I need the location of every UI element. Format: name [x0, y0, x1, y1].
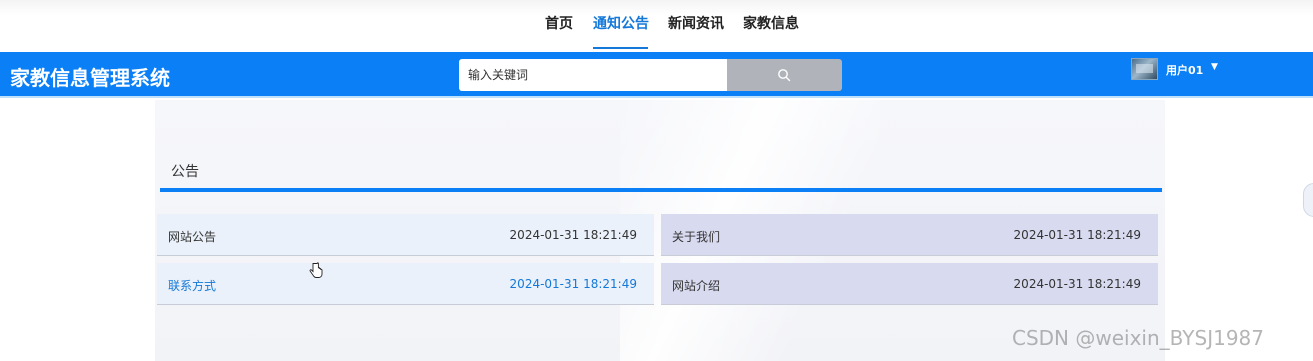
section-divider — [160, 188, 1162, 192]
notice-item-about-us[interactable]: 关于我们 2024-01-31 18:21:49 — [661, 214, 1158, 256]
search-button[interactable] — [727, 59, 842, 91]
caret-down-icon: ▼ — [1211, 62, 1218, 72]
search-input[interactable] — [459, 59, 727, 91]
notice-title: 联系方式 — [168, 279, 217, 293]
notice-title: 关于我们 — [672, 230, 721, 244]
notice-title: 网站介绍 — [672, 279, 721, 293]
user-name: 用户01 — [1166, 64, 1204, 77]
watermark-text: CSDN @weixin_BYSJ1987 — [1012, 326, 1265, 350]
hand-cursor-icon — [309, 262, 323, 278]
notice-date: 2024-01-31 18:21:49 — [1013, 228, 1141, 242]
search-icon — [778, 69, 791, 82]
nav-news[interactable]: 新闻资讯 — [668, 13, 724, 35]
top-navigation: 首页 通知公告 新闻资讯 家教信息 — [0, 0, 1313, 52]
header-bar: 家教信息管理系统 用户01 ▼ — [0, 52, 1313, 98]
notice-title: 网站公告 — [168, 230, 217, 244]
notice-date: 2024-01-31 18:21:49 — [509, 228, 637, 242]
section-title: 公告 — [171, 164, 199, 180]
avatar — [1131, 58, 1158, 80]
notice-item-website-announcement[interactable]: 网站公告 2024-01-31 18:21:49 — [157, 214, 654, 256]
active-nav-underline — [593, 47, 648, 49]
notice-date: 2024-01-31 18:21:49 — [509, 277, 637, 291]
notice-date: 2024-01-31 18:21:49 — [1013, 277, 1141, 291]
side-float-button[interactable] — [1303, 183, 1313, 217]
notice-item-contact[interactable]: 联系方式 2024-01-31 18:21:49 — [157, 263, 654, 305]
notice-item-site-intro[interactable]: 网站介绍 2024-01-31 18:21:49 — [661, 263, 1158, 305]
nav-notices[interactable]: 通知公告 — [593, 13, 649, 35]
nav-home[interactable]: 首页 — [545, 13, 573, 35]
site-title: 家教信息管理系统 — [10, 66, 170, 90]
nav-tutor-info[interactable]: 家教信息 — [743, 13, 799, 35]
